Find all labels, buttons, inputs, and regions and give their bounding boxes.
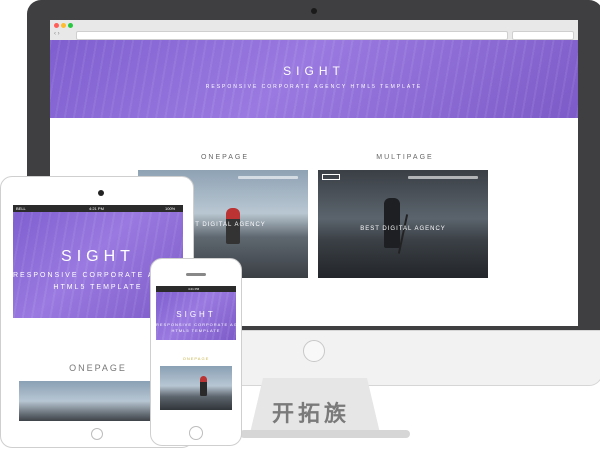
- carrier-text: BELL: [16, 206, 26, 211]
- multipage-preview-caption: BEST DIGITAL AGENCY: [360, 226, 446, 232]
- phone-home-button[interactable]: [189, 426, 203, 440]
- window-close-button[interactable]: [54, 23, 59, 28]
- phone-hero-banner: SIGHT RESPONSIVE CORPORATE AGENCY HTML5 …: [156, 292, 236, 340]
- phone-hero-title: SIGHT: [176, 310, 216, 319]
- onepage-label: ONEPAGE: [200, 154, 250, 161]
- window-maximize-button[interactable]: [68, 23, 73, 28]
- browser-search-box[interactable]: [512, 31, 574, 40]
- phone-onepage-label: ONEPAGE: [182, 356, 210, 361]
- battery-text: 100%: [165, 206, 176, 211]
- status-time: 4:21 PM: [89, 206, 104, 211]
- tablet-home-button[interactable]: [91, 428, 103, 440]
- preview-logo: [322, 174, 340, 180]
- watermark-text: 开拓族: [272, 401, 351, 427]
- phone-speaker: [186, 273, 206, 276]
- tablet-onepage-label: ONEPAGE: [69, 363, 127, 373]
- browser-toolbar: ‹ ›: [50, 20, 578, 41]
- phone-hero-subtitle-line1: RESPONSIVE CORPORATE AGENCY: [156, 322, 236, 327]
- hero-title: SIGHT: [283, 64, 345, 78]
- back-forward-icon[interactable]: ‹ ›: [54, 31, 60, 38]
- window-minimize-button[interactable]: [61, 23, 66, 28]
- monitor-camera: [311, 8, 317, 14]
- monitor-stand-base: [240, 430, 410, 438]
- photographer-figure: [200, 376, 207, 396]
- tablet-status-bar: BELL 4:21 PM 100%: [13, 205, 183, 212]
- tablet-camera: [98, 190, 104, 196]
- hero-subtitle: RESPONSIVE CORPORATE AGENCY HTML5 TEMPLA…: [205, 84, 423, 90]
- monitor-power-button[interactable]: [303, 340, 325, 362]
- preview-nav: [408, 176, 478, 179]
- photographer-figure: [384, 198, 400, 248]
- multipage-preview[interactable]: BEST DIGITAL AGENCY: [318, 170, 488, 278]
- multipage-label: MULTIPAGE: [376, 154, 434, 161]
- preview-nav: [238, 176, 298, 179]
- address-bar[interactable]: [76, 31, 508, 40]
- phone-onepage-preview[interactable]: [160, 366, 232, 410]
- phone-hero-subtitle-line2: HTML5 TEMPLATE: [171, 328, 221, 333]
- phone-screen: 4:21 PM SIGHT RESPONSIVE CORPORATE AGENC…: [156, 286, 236, 420]
- desktop-hero-banner: SIGHT RESPONSIVE CORPORATE AGENCY HTML5 …: [50, 40, 578, 118]
